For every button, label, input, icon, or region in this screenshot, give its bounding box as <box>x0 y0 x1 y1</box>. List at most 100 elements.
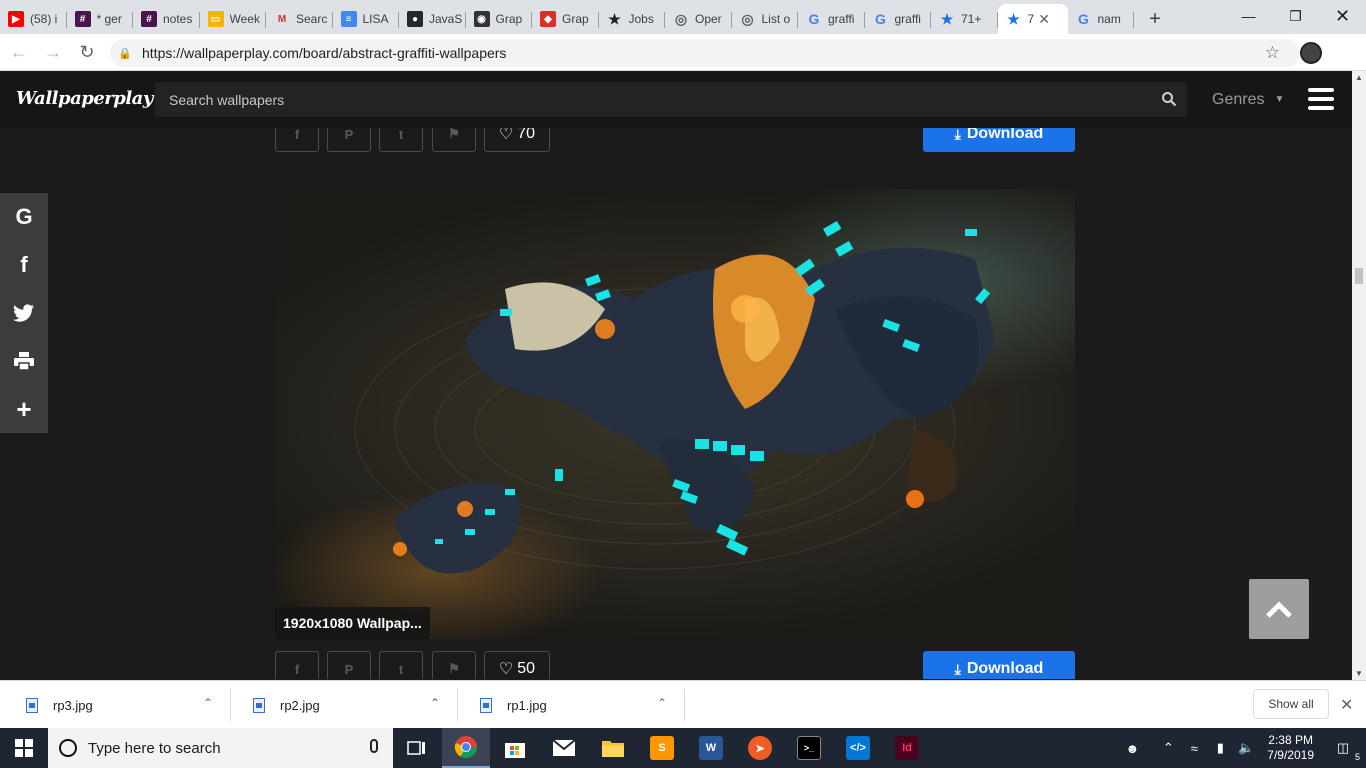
heart-icon: ♡ <box>498 661 514 678</box>
chevron-up-icon[interactable]: ⌃ <box>203 696 213 710</box>
tab-title: 7 <box>1027 12 1035 26</box>
close-tab-icon[interactable]: ✕ <box>1038 11 1050 28</box>
facebook-share-button[interactable]: f <box>275 128 319 152</box>
wifi-icon[interactable]: ≈ <box>1183 741 1205 756</box>
tab-title: Searc <box>296 12 328 26</box>
people-icon[interactable]: ☻ <box>1121 741 1143 756</box>
tab-title: Grap <box>562 12 589 26</box>
scrollbar-thumb[interactable] <box>1355 268 1363 284</box>
scroll-up-arrow-icon[interactable]: ▲ <box>1355 73 1363 82</box>
facebook-share-button[interactable]: f <box>275 651 319 679</box>
browser-tab[interactable]: Ggraffi <box>798 4 865 34</box>
browser-tab[interactable]: Gnam <box>1068 4 1135 34</box>
browser-tab[interactable]: ● JavaS <box>399 4 466 34</box>
windows-start-button[interactable] <box>0 728 48 768</box>
windows-logo-icon <box>15 739 33 757</box>
terminal-taskbar-icon[interactable]: >_ <box>785 728 833 768</box>
twitter-share-button[interactable]: t <box>379 651 423 679</box>
forward-button[interactable]: → <box>38 37 68 67</box>
store-taskbar-icon[interactable] <box>491 728 539 768</box>
sublime-text-taskbar-icon[interactable]: S <box>638 728 686 768</box>
file-explorer-taskbar-icon[interactable] <box>589 728 637 768</box>
chevron-up-icon[interactable]: ⌃ <box>430 696 440 710</box>
word-taskbar-icon[interactable]: W <box>687 728 735 768</box>
tab-title: nam <box>1097 12 1121 26</box>
download-item[interactable]: rp1.jpg ⌃ <box>458 689 685 721</box>
browser-tab[interactable]: ◎ Oper <box>665 4 732 34</box>
tab-title: graffi <box>894 12 921 26</box>
download-filename: rp2.jpg <box>280 697 320 713</box>
download-item[interactable]: rp2.jpg ⌃ <box>231 689 458 721</box>
tab-title: JavaS <box>429 12 463 26</box>
scroll-down-arrow-icon[interactable]: ▼ <box>1355 669 1363 678</box>
minimize-button[interactable]: — <box>1225 0 1272 32</box>
browser-tab[interactable]: Ggraffi <box>865 4 932 34</box>
vscode-taskbar-icon[interactable]: </> <box>834 728 882 768</box>
chevron-up-icon[interactable]: ⌃ <box>657 696 667 710</box>
close-icon[interactable]: ✕ <box>1340 695 1353 715</box>
page-scrollbar[interactable]: ▲ ▼ <box>1352 71 1366 680</box>
battery-icon[interactable]: ▮ <box>1209 740 1231 756</box>
microphone-icon[interactable] <box>370 739 378 753</box>
browser-tab[interactable]: ◉ Grap <box>466 4 533 34</box>
scroll-to-top-button[interactable] <box>1249 579 1309 639</box>
download-filename: rp1.jpg <box>507 697 547 713</box>
print-icon[interactable] <box>0 337 48 385</box>
close-window-button[interactable]: ✕ <box>1319 0 1366 32</box>
tab-title: List o <box>761 12 791 26</box>
back-button[interactable]: ← <box>4 37 34 67</box>
facebook-share-icon[interactable]: f <box>0 241 48 289</box>
pinterest-share-button[interactable]: P <box>327 128 371 152</box>
add-more-icon[interactable]: + <box>0 385 48 433</box>
notifications-icon[interactable]: ◫ 5 <box>1332 740 1360 762</box>
profile-avatar[interactable] <box>1300 42 1322 64</box>
taskbar-search-box[interactable]: Type here to search <box>48 728 393 768</box>
new-tab-button[interactable]: + <box>1140 4 1170 34</box>
chevron-up-icon[interactable]: ⌃ <box>1157 740 1179 756</box>
search-icon[interactable] <box>1161 91 1177 107</box>
browser-tab[interactable]: ◆ Grap <box>532 4 599 34</box>
browser-tab[interactable]: # * ger <box>67 4 134 34</box>
browser-tab[interactable]: ★ 7 ✕ <box>997 4 1068 34</box>
browser-tab[interactable]: ▶ (58) i <box>0 4 67 34</box>
wallpaper-image[interactable]: 1920x1080 Wallpap... <box>275 189 1075 639</box>
mail-taskbar-icon[interactable] <box>540 728 588 768</box>
browser-tab[interactable]: ▭ Week <box>200 4 267 34</box>
like-button[interactable]: ♡ 50 <box>484 651 550 679</box>
postman-taskbar-icon[interactable]: ➤ <box>736 728 784 768</box>
download-button[interactable]: ⤓ Download <box>923 651 1075 679</box>
report-flag-button[interactable]: ⚑ <box>432 651 476 679</box>
maximize-button[interactable]: ❐ <box>1272 0 1319 32</box>
browser-tab[interactable]: ★ 71+ <box>931 4 998 34</box>
genres-dropdown[interactable]: Genres ▼ <box>1212 91 1284 109</box>
twitter-share-icon[interactable] <box>0 289 48 337</box>
taskbar-clock[interactable]: 2:38 PM 7/9/2019 <box>1267 733 1314 763</box>
site-search-input[interactable]: Search wallpapers <box>155 82 1187 117</box>
chevron-up-icon <box>1266 601 1292 618</box>
report-flag-button[interactable]: ⚑ <box>432 128 476 152</box>
browser-tab[interactable]: ◎ List o <box>732 4 799 34</box>
reload-button[interactable]: ↻ <box>72 37 102 67</box>
show-all-downloads-button[interactable]: Show all <box>1253 689 1329 719</box>
indesign-taskbar-icon[interactable]: Id <box>883 728 931 768</box>
site-logo[interactable]: Wallpaperplay <box>16 88 153 109</box>
image-file-icon <box>26 697 38 713</box>
browser-tab[interactable]: # notes <box>133 4 200 34</box>
tab-title: * ger <box>96 12 122 26</box>
bookmark-star-icon[interactable]: ☆ <box>1265 43 1280 63</box>
task-view-icon[interactable] <box>393 728 441 768</box>
browser-tab[interactable]: ≡ LISA <box>333 4 400 34</box>
browser-tab[interactable]: ★ Jobs <box>599 4 666 34</box>
volume-icon[interactable]: 🔈 <box>1235 740 1257 756</box>
twitter-share-button[interactable]: t <box>379 128 423 152</box>
download-item[interactable]: rp3.jpg ⌃ <box>4 689 231 721</box>
star-blue-icon: ★ <box>1007 10 1020 27</box>
pinterest-share-button[interactable]: P <box>327 651 371 679</box>
google-share-icon[interactable]: G <box>0 193 48 241</box>
menu-icon[interactable] <box>1308 88 1334 110</box>
chrome-taskbar-icon[interactable] <box>442 728 490 768</box>
like-button[interactable]: ♡ 70 <box>484 128 550 152</box>
address-bar[interactable]: 🔒 https://wallpaperplay.com/board/abstra… <box>110 39 1300 67</box>
download-button[interactable]: ⤓ Download <box>923 128 1075 152</box>
browser-tab[interactable]: M Searc <box>266 4 333 34</box>
